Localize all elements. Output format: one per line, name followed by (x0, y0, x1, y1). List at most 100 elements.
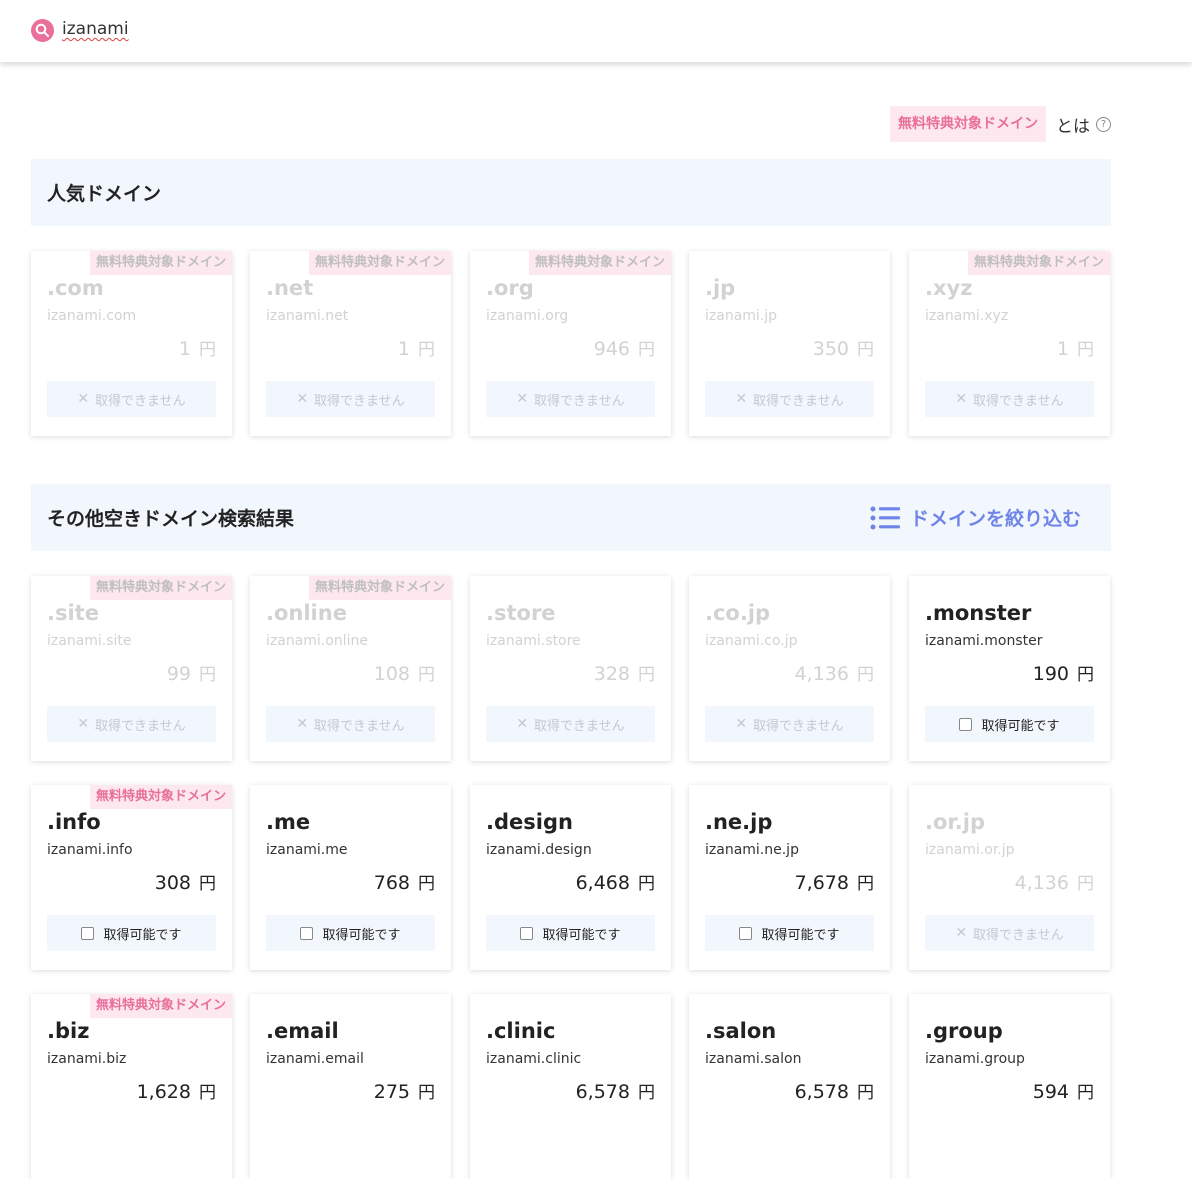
domain-tld: .salon (705, 1019, 777, 1043)
domain-tld: .biz (47, 1019, 90, 1043)
action-label: 取得可能です (103, 927, 182, 943)
free-benefit-info: 無料特典対象ドメイン とは ? (890, 106, 1111, 142)
action-label: 取得できません (534, 718, 625, 734)
unavailable-status: ✕ 取得できません (266, 381, 435, 417)
unavailable-status: ✕ 取得できません (705, 706, 874, 742)
domain-tld: .me (266, 810, 311, 834)
action-label: 取得できません (95, 393, 186, 409)
price-value: 1 (178, 338, 191, 360)
action-label: 取得可能です (322, 927, 401, 943)
domain-name: izanami.xyz (925, 308, 1009, 324)
price-value: 275 (373, 1081, 410, 1103)
domain-price: 6,468 円 (576, 869, 655, 894)
domain-name: izanami.net (266, 308, 349, 324)
price-unit: 円 (418, 665, 435, 685)
select-domain-checkbox[interactable]: 取得可能です (486, 915, 655, 951)
domain-tld: .jp (705, 276, 736, 300)
domain-name: izanami.clinic (486, 1051, 582, 1067)
domain-price: 108 円 (374, 660, 435, 685)
domain-price: 350 円 (813, 335, 874, 360)
select-domain-checkbox[interactable]: 取得可能です (266, 915, 435, 951)
unavailable-status: ✕ 取得できません (486, 706, 655, 742)
price-unit: 円 (418, 874, 435, 894)
close-icon: ✕ (735, 716, 748, 732)
price-value: 4,136 (1014, 872, 1069, 894)
free-benefit-badge: 無料特典対象ドメイン (308, 576, 451, 600)
list-icon (870, 506, 900, 529)
domain-price: 1円 (1057, 335, 1094, 360)
free-benefit-badge: 無料特典対象ドメイン (89, 785, 232, 809)
action-label: 取得可能です (542, 927, 621, 943)
domain-card: 無料特典対象ドメイン .info izanami.info 308 円取得可能です (31, 785, 232, 970)
domain-price: 190 円 (1033, 660, 1094, 685)
domain-card: .clinic izanami.clinic 6,578 円 (470, 994, 671, 1179)
domain-price: 308 円 (155, 869, 216, 894)
action-label: 取得できません (314, 718, 405, 734)
unavailable-status: ✕ 取得できません (925, 381, 1094, 417)
price-value: 6,468 (575, 872, 630, 894)
price-unit: 円 (857, 665, 874, 685)
domain-price: 1円 (179, 335, 216, 360)
price-value: 190 (1032, 663, 1069, 685)
close-icon: ✕ (516, 391, 529, 407)
domain-name: izanami.ne.jp (705, 842, 799, 858)
price-unit: 円 (1077, 665, 1094, 685)
unavailable-status: ✕ 取得できません (266, 706, 435, 742)
domain-name: izanami.or.jp (925, 842, 1015, 858)
search-input[interactable]: izanami (62, 19, 129, 39)
domain-card: .group izanami.group 594 円 (909, 994, 1110, 1179)
select-domain-checkbox[interactable]: 取得可能です (705, 915, 874, 951)
domain-price: 328 円 (594, 660, 655, 685)
price-unit: 円 (638, 874, 655, 894)
close-icon: ✕ (955, 391, 968, 407)
domain-price: 7,678 円 (795, 869, 874, 894)
close-icon: ✕ (735, 391, 748, 407)
help-icon[interactable]: ? (1096, 116, 1111, 132)
section-title: 人気ドメイン (47, 183, 162, 205)
close-icon: ✕ (296, 716, 309, 732)
price-unit: 円 (199, 874, 216, 894)
domain-price: 946 円 (594, 335, 655, 360)
free-benefit-badge: 無料特典対象ドメイン (890, 106, 1046, 142)
search-icon[interactable] (31, 19, 54, 42)
price-unit: 円 (1077, 874, 1094, 894)
checkbox-icon (959, 717, 973, 731)
checkbox-icon (81, 926, 95, 940)
domain-card: .me izanami.me 768 円取得可能です (250, 785, 451, 970)
action-label: 取得できません (534, 393, 625, 409)
price-unit: 円 (418, 1083, 435, 1103)
domain-name: izanami.jp (705, 308, 778, 324)
price-unit: 円 (638, 1083, 655, 1103)
price-value: 946 (593, 338, 630, 360)
domain-price: 4,136 円 (795, 660, 874, 685)
free-benefit-badge: 無料特典対象ドメイン (89, 994, 232, 1018)
domain-price: 1円 (398, 335, 435, 360)
domain-tld: .ne.jp (705, 810, 773, 834)
domain-tld: .site (47, 601, 99, 625)
action-label: 取得できません (753, 393, 844, 409)
price-unit: 円 (857, 340, 874, 360)
price-unit: 円 (857, 874, 874, 894)
price-unit: 円 (1077, 340, 1094, 360)
close-icon: ✕ (296, 391, 309, 407)
price-unit: 円 (418, 340, 435, 360)
unavailable-status: ✕ 取得できません (47, 381, 216, 417)
section-title: その他空きドメイン検索結果 (47, 508, 295, 530)
price-unit: 円 (857, 1083, 874, 1103)
unavailable-status: ✕ 取得できません (47, 706, 216, 742)
domain-name: izanami.com (47, 308, 137, 324)
price-unit: 円 (638, 665, 655, 685)
filter-domains-button[interactable]: ドメインを絞り込む (870, 504, 1081, 531)
domain-card: .store izanami.store 328 円 ✕ 取得できません (470, 576, 671, 761)
action-label: 取得可能です (981, 718, 1060, 734)
select-domain-checkbox[interactable]: 取得可能です (925, 706, 1094, 742)
search-bar: izanami (0, 0, 1192, 62)
domain-card: .ne.jp izanami.ne.jp 7,678 円取得可能です (689, 785, 890, 970)
domain-price: 4,136 円 (1015, 869, 1094, 894)
price-unit: 円 (199, 340, 216, 360)
free-benefit-badge: 無料特典対象ドメイン (967, 251, 1110, 275)
domain-tld: .org (486, 276, 534, 300)
unavailable-status: ✕ 取得できません (705, 381, 874, 417)
select-domain-checkbox[interactable]: 取得可能です (47, 915, 216, 951)
domain-name: izanami.monster (925, 633, 1043, 649)
